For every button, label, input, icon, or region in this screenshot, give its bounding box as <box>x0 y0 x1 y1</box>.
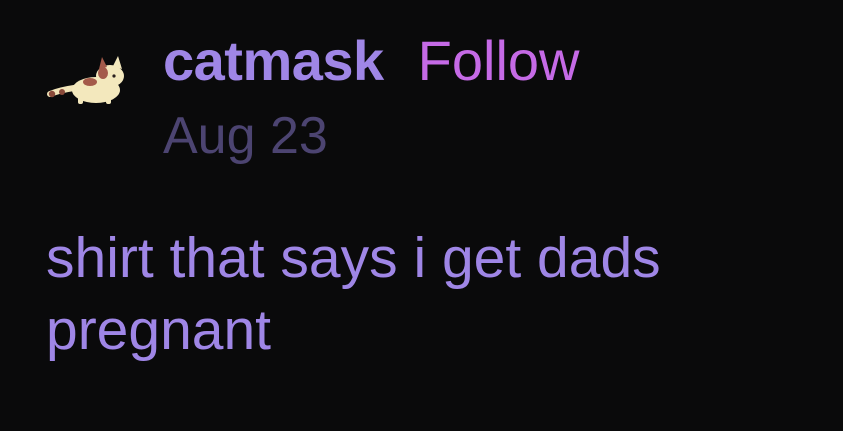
post-body: shirt that says i get dads pregnant <box>46 226 661 362</box>
avatar[interactable] <box>44 52 132 110</box>
username-link[interactable]: catmask <box>163 28 384 93</box>
post-header: catmask Follow <box>163 28 580 93</box>
post-card: catmask Follow Aug 23 shirt that says i … <box>0 0 843 431</box>
cat-avatar-icon <box>47 56 124 104</box>
post-date[interactable]: Aug 23 <box>163 106 328 166</box>
follow-button[interactable]: Follow <box>418 28 580 93</box>
